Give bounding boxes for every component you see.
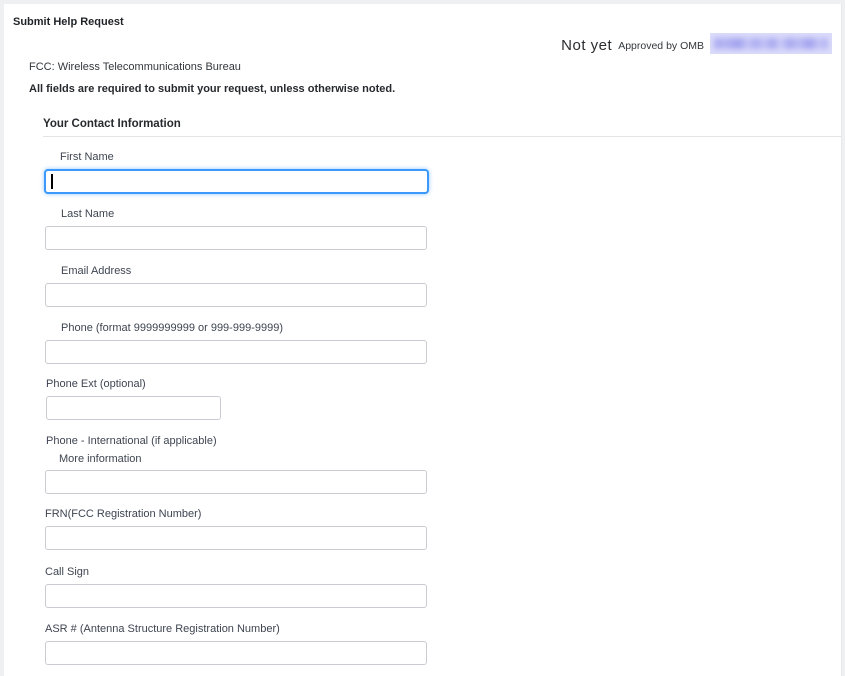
call-sign-input[interactable] (45, 584, 427, 608)
first-name-field: First Name (44, 151, 429, 194)
phone-international-label: Phone - International (if applicable) (46, 435, 427, 448)
frn-input[interactable] (45, 526, 427, 550)
omb-approved-label: Approved by OMB (618, 40, 704, 52)
last-name-input[interactable] (45, 226, 427, 250)
section-divider (43, 136, 841, 137)
phone-label: Phone (format 9999999999 or 999-999-9999… (61, 322, 427, 335)
phone-international-input[interactable] (45, 470, 427, 494)
page-title: Submit Help Request (13, 16, 124, 28)
phone-field: Phone (format 9999999999 or 999-999-9999… (45, 322, 427, 364)
phone-ext-field: Phone Ext (optional) (46, 378, 221, 420)
omb-not-yet-stamp: Not yet (561, 37, 612, 54)
text-caret (51, 174, 53, 189)
email-field: Email Address (45, 265, 427, 307)
call-sign-field: Call Sign (45, 566, 427, 608)
frn-label: FRN(FCC Registration Number) (45, 508, 427, 521)
asr-field: ASR # (Antenna Structure Registration Nu… (45, 623, 427, 665)
first-name-input[interactable] (44, 169, 429, 194)
first-name-label: First Name (60, 151, 429, 164)
bureau-name: FCC: Wireless Telecommunications Bureau (29, 61, 241, 73)
phone-international-more-info-label: More information (59, 453, 427, 466)
omb-control-number-redacted (710, 33, 832, 54)
asr-input[interactable] (45, 641, 427, 665)
email-input[interactable] (45, 283, 427, 307)
last-name-label: Last Name (61, 208, 427, 221)
contact-information-heading: Your Contact Information (43, 118, 181, 130)
phone-ext-input[interactable] (46, 396, 221, 420)
phone-ext-label: Phone Ext (optional) (46, 378, 221, 391)
asr-label: ASR # (Antenna Structure Registration Nu… (45, 623, 427, 636)
email-label: Email Address (61, 265, 427, 278)
form-panel: Submit Help Request Not yet Approved by … (4, 4, 842, 676)
frn-field: FRN(FCC Registration Number) (45, 508, 427, 550)
phone-international-field: Phone - International (if applicable) Mo… (45, 435, 427, 494)
last-name-field: Last Name (45, 208, 427, 250)
redaction-blur (714, 38, 828, 49)
omb-approval-notice: Not yet Approved by OMB (561, 33, 832, 54)
required-fields-note: All fields are required to submit your r… (29, 83, 395, 95)
call-sign-label: Call Sign (45, 566, 427, 579)
phone-input[interactable] (45, 340, 427, 364)
